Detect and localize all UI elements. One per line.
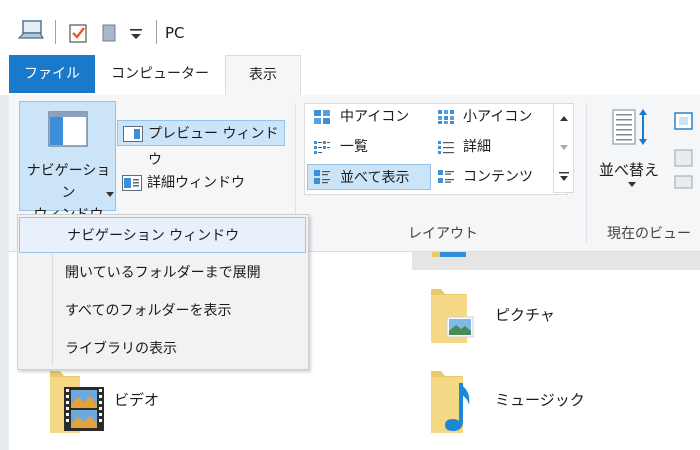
menu-item-show-all-folders[interactable]: すべてのフォルダーを表示 [18, 293, 308, 329]
menu-item-label: ナビゲーション ウィンドウ [67, 228, 240, 244]
folder-icon-partial [432, 252, 466, 257]
layout-group-label: レイアウト [408, 226, 478, 242]
layout-tiles-label: 並べて表示 [340, 170, 410, 186]
preview-pane-label: プレビュー ウィンドウ [148, 126, 279, 168]
layout-small-icons-label: 小アイコン [463, 109, 533, 125]
preview-pane-button[interactable]: プレビュー ウィンドウ [117, 120, 285, 168]
new-folder-icon[interactable] [100, 22, 118, 44]
details-pane-icon [122, 175, 142, 191]
window-left-edge [0, 95, 9, 450]
customize-quick-access-icon[interactable] [128, 26, 144, 48]
medium-icons-icon [314, 110, 330, 124]
title-separator [55, 20, 56, 44]
pictures-folder-icon[interactable] [427, 287, 475, 345]
layout-medium-icons[interactable]: 中アイコン [307, 104, 431, 130]
scroll-up-icon[interactable] [559, 114, 569, 122]
navigation-pane-icon [48, 111, 88, 147]
layout-content-label: コンテンツ [463, 169, 533, 185]
folder-label-music[interactable]: ミュージック [495, 389, 585, 410]
menu-item-label: ライブラリの表示 [65, 341, 177, 357]
list-view-icon [314, 141, 330, 154]
layout-content[interactable]: コンテンツ [433, 164, 557, 190]
layout-list-label: 一覧 [340, 139, 368, 155]
this-pc-icon[interactable] [18, 18, 44, 40]
title-separator [156, 20, 157, 44]
videos-folder-icon[interactable] [46, 367, 106, 435]
view-options-icons[interactable] [673, 110, 695, 190]
layout-tiles[interactable]: 並べて表示 [307, 164, 431, 190]
navigation-pane-button[interactable]: ナビゲーション ウィンドウ [19, 101, 116, 223]
chevron-down-icon [628, 182, 636, 187]
menu-item-navigation-pane[interactable]: ナビゲーション ウィンドウ [19, 217, 306, 253]
details-pane-label: 詳細ウィンドウ [147, 175, 245, 191]
folder-label-pictures[interactable]: ピクチャ [495, 304, 555, 325]
details-pane-button[interactable]: 詳細ウィンドウ [117, 170, 285, 196]
ribbon-tab-strip: ファイル コンピューター 表示 [0, 55, 700, 96]
menu-item-label: 開いているフォルダーまで展開 [65, 265, 261, 281]
current-view-group-label: 現在のビュー [607, 226, 691, 242]
chevron-down-icon [106, 192, 114, 197]
layout-list[interactable]: 一覧 [307, 134, 431, 160]
layout-details-label: 詳細 [463, 139, 491, 155]
window-title: PC [165, 24, 185, 42]
content-view-icon [438, 170, 454, 183]
layout-gallery-scroll [553, 103, 574, 193]
properties-icon[interactable] [68, 22, 88, 44]
scroll-down-icon[interactable] [559, 144, 569, 152]
selected-item-band [412, 252, 700, 270]
menu-item-label: すべてのフォルダーを表示 [65, 303, 232, 319]
tab-file[interactable]: ファイル [9, 55, 95, 93]
details-view-icon [438, 141, 454, 154]
tiles-view-icon [314, 170, 330, 184]
title-bar: PC [0, 0, 700, 55]
navigation-pane-dropdown-menu: ナビゲーション ウィンドウ 開いているフォルダーまで展開 すべてのフォルダーを表… [17, 214, 309, 370]
navigation-pane-label-line1: ナビゲーション [26, 163, 111, 201]
layout-medium-icons-label: 中アイコン [340, 109, 410, 125]
layout-small-icons[interactable]: 小アイコン [433, 104, 557, 130]
small-icons-icon [438, 110, 454, 124]
menu-item-expand-to-open-folder[interactable]: 開いているフォルダーまで展開 [18, 255, 308, 291]
tab-computer[interactable]: コンピューター [96, 55, 224, 93]
menu-item-show-libraries[interactable]: ライブラリの表示 [18, 331, 308, 367]
sort-by-button[interactable]: 並べ替え [599, 159, 659, 180]
tab-view[interactable]: 表示 [225, 55, 301, 96]
layout-gallery: 中アイコン 小アイコン 一覧 詳細 並べて表示 コンテンツ [304, 103, 568, 195]
sort-by-label: 並べ替え [599, 161, 660, 179]
preview-pane-icon [123, 126, 143, 142]
folder-label-videos[interactable]: ビデオ [114, 389, 159, 410]
sort-by-icon[interactable] [612, 107, 650, 147]
gallery-expand-icon[interactable] [558, 171, 570, 183]
music-folder-icon[interactable] [427, 369, 477, 435]
layout-details[interactable]: 詳細 [433, 134, 557, 160]
group-separator [586, 103, 587, 243]
